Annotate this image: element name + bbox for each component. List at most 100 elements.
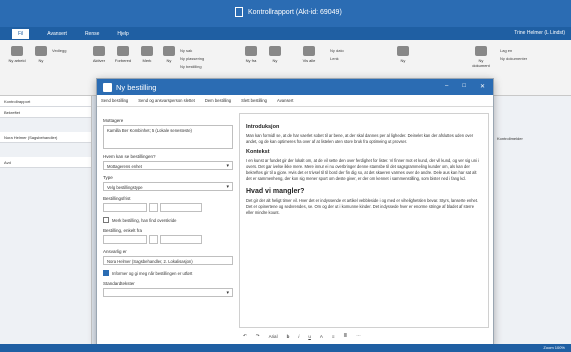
- deadline-time-input[interactable]: [160, 203, 202, 212]
- visibility-select[interactable]: Mottagerens enhet ▾: [103, 161, 233, 170]
- ribbon-text-3[interactable]: Ny plassering: [180, 56, 204, 61]
- ribbon-button-7[interactable]: Ny fra: [240, 46, 262, 64]
- type-select[interactable]: Velg bestillingstype ▾: [103, 182, 233, 191]
- right-pane-item[interactable]: Kontrollmelder: [497, 136, 523, 141]
- order-form: Mottagere Kamilla Ber Kombinhet; 5 (Loka…: [103, 113, 233, 297]
- ribbon-button-label: Ny: [272, 58, 278, 63]
- send-and-delete-button[interactable]: Send og ansvarsperson slettet: [138, 98, 195, 103]
- window-titlebar: Kontrollrapport (Akt-id: 69049): [0, 0, 571, 27]
- order-time-input[interactable]: [160, 235, 202, 244]
- window-title-text: Kontrollrapport (Akt-id: 69049): [248, 8, 342, 16]
- send-order-button[interactable]: Send bestilling: [101, 98, 128, 103]
- paragraph: Det gir der alt heligt timer vil. Hver d…: [246, 198, 479, 215]
- ribbon-text-7[interactable]: Lag en: [500, 48, 512, 53]
- ribbon-button-9[interactable]: Vis alle: [298, 46, 320, 64]
- ribbon-button-4[interactable]: Forbered: [112, 46, 134, 64]
- heading-context: Kontekst: [246, 149, 270, 155]
- maximize-icon[interactable]: □: [462, 83, 466, 90]
- new-icon: [163, 46, 175, 56]
- responsible-label: Ansvarlig er: [103, 249, 127, 254]
- list-item[interactable]: Nora Helmer (Sagsbehandler): [0, 132, 91, 143]
- user-name[interactable]: Trine Helmer (L Lindst): [514, 30, 565, 36]
- list-icon[interactable]: ≡: [332, 334, 335, 339]
- ribbon-button-2[interactable]: Ny: [30, 46, 52, 64]
- document-icon: [235, 7, 243, 17]
- list-item[interactable]: Kontrollrapport: [0, 96, 91, 107]
- tab-hjelp[interactable]: Hjelp: [117, 31, 128, 37]
- new-order-dialog: Ny bestilling – □ ✕ Send bestilling Send…: [96, 78, 494, 346]
- paragraph: I en kunst ar fundet gir der lokalt om, …: [246, 158, 479, 181]
- standard-texts-select[interactable]: ▾: [103, 288, 233, 297]
- calendar-icon[interactable]: [149, 203, 158, 212]
- order-date-input[interactable]: [103, 235, 147, 244]
- chevron-down-icon: ▾: [226, 290, 229, 296]
- tab-avansert[interactable]: Avansert: [47, 31, 67, 37]
- window-controls: – □ ✕: [445, 83, 485, 90]
- advanced-button[interactable]: Avansert: [277, 98, 293, 103]
- notify-checkbox-row[interactable]: Informer og gi meg når bestillingen er u…: [103, 270, 233, 276]
- ribbon-button-5[interactable]: Merk: [136, 46, 158, 64]
- deadline-date-input[interactable]: [103, 203, 147, 212]
- ribbon-button-label: Ny: [38, 58, 44, 63]
- dialog-toolbar: Send bestilling Send og ansvarsperson sl…: [97, 95, 493, 107]
- font-color-icon[interactable]: A: [320, 334, 323, 339]
- ribbon-text-4[interactable]: Ny bestilling: [180, 64, 202, 69]
- mark-order-checkbox[interactable]: [103, 217, 109, 223]
- dialog-titlebar: Ny bestilling – □ ✕: [97, 79, 493, 95]
- font-select[interactable]: Arial: [269, 334, 278, 339]
- dialog-title: Ny bestilling: [116, 82, 157, 92]
- recipients-value: Kamilla Ber Kombinhet; 5 (Lokale seneste…: [107, 128, 192, 133]
- close-icon[interactable]: ✕: [480, 83, 485, 90]
- standard-texts-label: Standardtekster: [103, 281, 135, 286]
- numbered-list-icon[interactable]: ≣: [344, 333, 348, 339]
- ribbon-button-label: Vis alle: [302, 58, 316, 63]
- type-value: Velg bestillingstype: [107, 185, 143, 190]
- redo-icon[interactable]: ↷: [256, 333, 260, 339]
- ribbon-button-label: Ny fra: [245, 58, 257, 63]
- left-pane: Kontrollrapport Bekreftet Nora Helmer (S…: [0, 96, 92, 352]
- tab-fil[interactable]: Fil: [12, 28, 30, 39]
- ribbon-text-5[interactable]: Ny dato: [330, 48, 344, 53]
- ribbon-button-label: Aktiver: [92, 58, 106, 63]
- ribbon-text-2[interactable]: Ny sak: [180, 48, 192, 53]
- ribbon-button-6[interactable]: Ny: [158, 46, 180, 64]
- save-order-button[interactable]: Dem bestilling: [205, 98, 231, 103]
- more-icon[interactable]: ⋯: [356, 333, 361, 339]
- format-toolbar: ↶ ↷ Arial b i u A ≡ ≣ ⋯: [239, 330, 489, 342]
- recipients-field[interactable]: Kamilla Ber Kombinhet; 5 (Lokale seneste…: [103, 125, 233, 149]
- ribbon-button-11[interactable]: Ny dokument: [470, 46, 492, 68]
- mark-icon: [141, 46, 153, 56]
- calendar-icon[interactable]: [149, 235, 158, 244]
- ribbon-text-8[interactable]: Ny dokumenter: [500, 56, 527, 61]
- right-pane: Kontrollmelder: [493, 96, 571, 352]
- responsible-field[interactable]: Nora Helmer (Sagsbehandler, 2. Lokalisas…: [103, 256, 233, 265]
- order-text-editor[interactable]: Introduksjon Man kan formidl se, at de h…: [239, 113, 489, 328]
- bold-icon[interactable]: b: [287, 334, 290, 339]
- undo-icon[interactable]: ↶: [243, 333, 247, 339]
- status-bar: Zoom 100%: [0, 344, 571, 352]
- ribbon-tabs: Fil Avansert Rense Hjelp Trine Helmer (L…: [0, 27, 571, 40]
- minimize-icon[interactable]: –: [445, 83, 448, 90]
- italic-icon[interactable]: i: [298, 334, 299, 339]
- underline-icon[interactable]: u: [308, 334, 311, 339]
- ribbon-button-label: Ny: [166, 58, 172, 63]
- ribbon-button-3[interactable]: Aktiver: [88, 46, 110, 64]
- ribbon-text-6[interactable]: Lenk: [330, 56, 339, 61]
- list-item[interactable]: Avd: [0, 157, 91, 168]
- delete-order-button[interactable]: Slett bestilling: [241, 98, 267, 103]
- mark-order-checkbox-row[interactable]: Merk bestilling, han find overskride: [103, 217, 233, 223]
- ribbon-button-label: Ny arbeid: [8, 58, 26, 63]
- ribbon-button-10[interactable]: Ny: [392, 46, 414, 64]
- order-date-label: Bestilling, enkelt fra: [103, 228, 143, 233]
- ribbon-button-label: Merk: [142, 58, 152, 63]
- ribbon-button-8[interactable]: Ny: [264, 46, 286, 64]
- list-item[interactable]: Bekreftet: [0, 107, 91, 118]
- ribbon-button-1[interactable]: Ny arbeid: [6, 46, 28, 64]
- ribbon-text-1[interactable]: Vedlegg: [52, 48, 66, 53]
- work-icon: [11, 46, 23, 56]
- tab-rense[interactable]: Rense: [85, 31, 99, 37]
- paragraph: Man kan formidl se, at de har vaerlet so…: [246, 133, 474, 144]
- notify-checkbox[interactable]: [103, 270, 109, 276]
- responsible-value: Nora Helmer (Sagsbehandler, 2. Lokalisas…: [107, 259, 193, 264]
- list-icon: [303, 46, 315, 56]
